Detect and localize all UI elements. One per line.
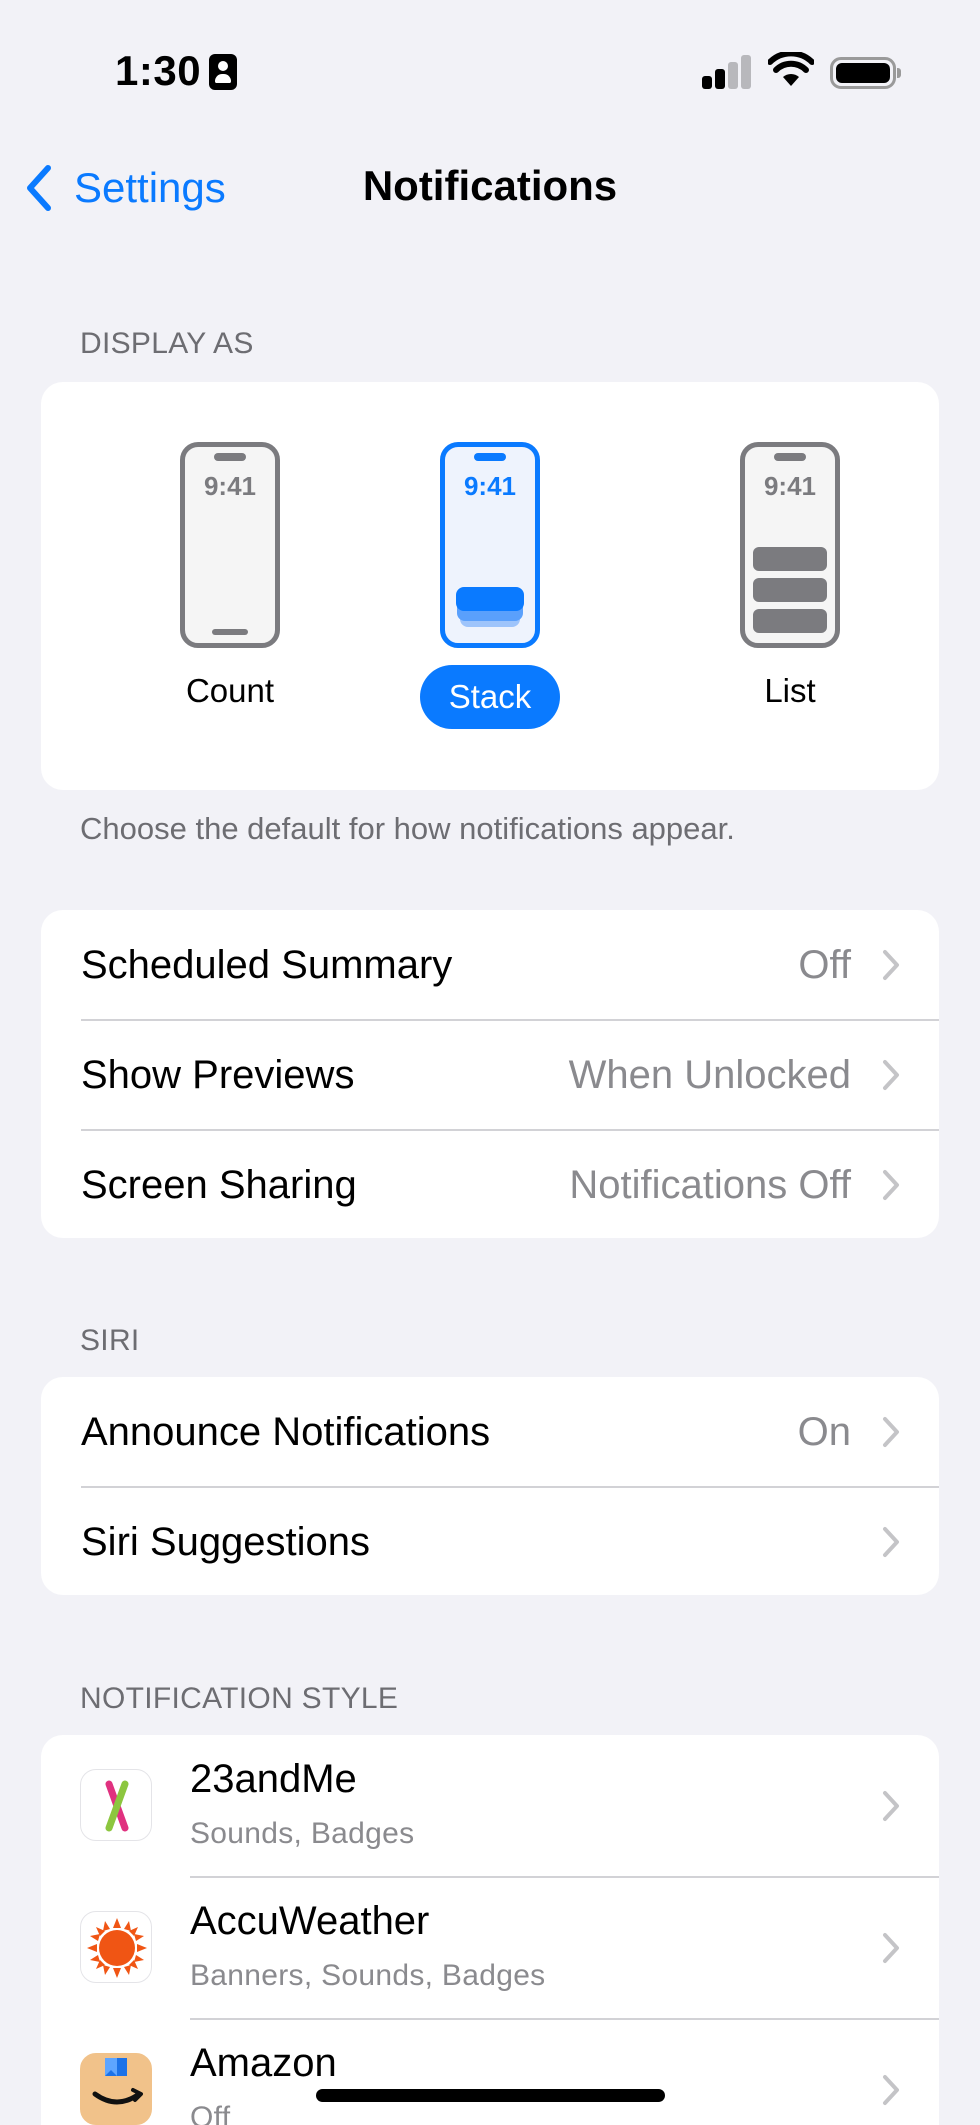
- row-show-previews[interactable]: Show Previews When Unlocked: [41, 1020, 939, 1130]
- display-option-label: Stack: [420, 665, 560, 729]
- chevron-right-icon: [883, 2075, 899, 2105]
- accuweather-icon: [80, 1911, 152, 1983]
- app-name: 23andMe: [190, 1757, 357, 1801]
- cellular-signal-icon: [702, 55, 752, 89]
- section-header-siri: SIRI: [80, 1324, 140, 1357]
- display-as-card: 9:41 Count 9:41 Stack 9:41 List: [41, 382, 939, 790]
- chevron-right-icon: [883, 1417, 899, 1447]
- chevron-right-icon: [883, 1933, 899, 1963]
- app-row-amazon[interactable]: Amazon Off: [41, 2019, 939, 2125]
- chevron-right-icon: [883, 1170, 899, 1200]
- app-row-23andme[interactable]: 23andMe Sounds, Badges: [41, 1735, 939, 1877]
- section-header-display-as: DISPLAY AS: [80, 327, 254, 360]
- row-siri-suggestions[interactable]: Siri Suggestions: [41, 1487, 939, 1595]
- battery-icon: [830, 57, 901, 89]
- general-settings-card: Scheduled Summary Off Show Previews When…: [41, 910, 939, 1238]
- contact-card-icon: [209, 54, 237, 90]
- siri-card: Announce Notifications On Siri Suggestio…: [41, 1377, 939, 1595]
- chevron-right-icon: [883, 1527, 899, 1557]
- status-time: 1:30: [115, 47, 202, 94]
- display-option-label: List: [764, 672, 816, 709]
- chevron-right-icon: [883, 1791, 899, 1821]
- app-name: Amazon: [190, 2041, 337, 2085]
- chevron-right-icon: [883, 950, 899, 980]
- app-subtitle: Banners, Sounds, Badges: [190, 1959, 546, 1992]
- 23andme-icon: [80, 1769, 152, 1841]
- app-subtitle: Sounds, Badges: [190, 1817, 415, 1850]
- stack-phone-icon: 9:41: [440, 442, 540, 648]
- notification-style-card: 23andMe Sounds, Badges AccuWeather Banne…: [41, 1735, 939, 2125]
- row-screen-sharing[interactable]: Screen Sharing Notifications Off: [41, 1130, 939, 1238]
- list-phone-icon: 9:41: [740, 442, 840, 648]
- app-name: AccuWeather: [190, 1899, 430, 1943]
- status-bar: 1:30: [0, 0, 980, 140]
- app-subtitle: Off: [190, 2101, 231, 2125]
- home-indicator: [316, 2089, 665, 2102]
- row-scheduled-summary[interactable]: Scheduled Summary Off: [41, 910, 939, 1020]
- page-title: Notifications: [362, 162, 618, 209]
- section-header-notification-style: NOTIFICATION STYLE: [80, 1682, 399, 1715]
- count-phone-icon: 9:41: [180, 442, 280, 648]
- wifi-icon: [768, 52, 814, 86]
- app-row-accuweather[interactable]: AccuWeather Banners, Sounds, Badges: [41, 1877, 939, 2019]
- row-announce-notifications[interactable]: Announce Notifications On: [41, 1377, 939, 1487]
- display-as-footer: Choose the default for how notifications…: [80, 811, 735, 846]
- amazon-icon: [80, 2053, 152, 2125]
- chevron-right-icon: [883, 1060, 899, 1090]
- display-option-label: Count: [185, 672, 275, 709]
